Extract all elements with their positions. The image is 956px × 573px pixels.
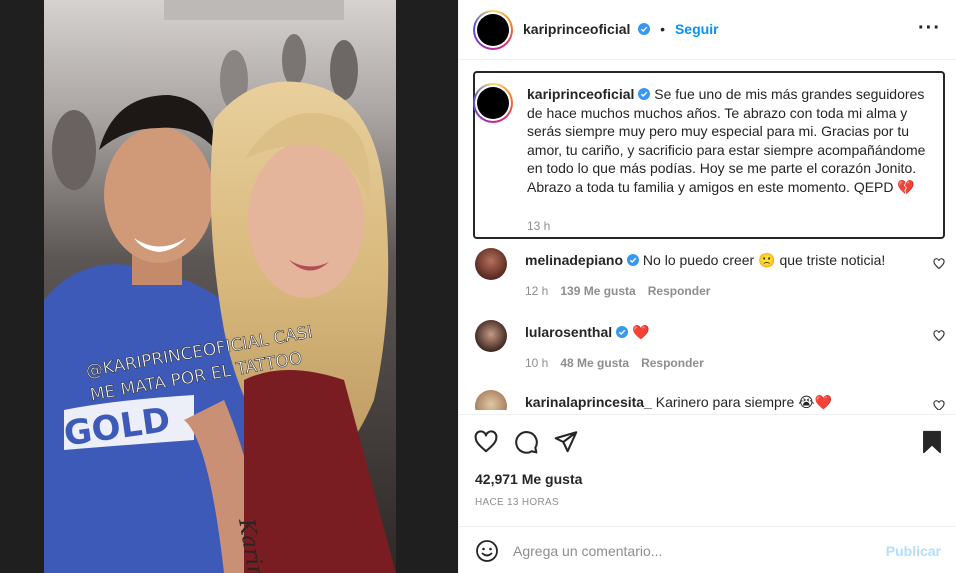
add-comment-bar: Publicar (459, 526, 956, 573)
comment-likes[interactable]: 48 Me gusta (560, 356, 629, 370)
verified-badge-icon (638, 88, 651, 100)
comment-item: karinalaprincesita_ Karinero para siempr… (473, 390, 945, 410)
reply-button[interactable]: Responder (648, 284, 711, 298)
like-comment-heart-icon[interactable] (933, 400, 945, 410)
bookmark-save-icon[interactable] (919, 429, 945, 455)
caption-avatar-image[interactable] (477, 87, 509, 119)
emoji-picker-icon[interactable] (475, 539, 499, 563)
sad-face-emoji: 🙁 (758, 252, 776, 268)
likes-count[interactable]: 42,971 Me gusta (475, 471, 582, 487)
like-heart-icon[interactable] (473, 429, 499, 455)
comment-meta: 12 h 139 Me gusta Responder (525, 284, 710, 298)
post-actions: 42,971 Me gusta HACE 13 HORAS (459, 414, 956, 534)
comment-text-2: que triste noticia! (779, 252, 886, 268)
commenter-username[interactable]: lularosenthal (525, 324, 612, 340)
post-photo[interactable]: Karina @KARIPRINCEOFICIAL CASI ME MATA P… (44, 0, 396, 573)
reply-button[interactable]: Responder (641, 356, 704, 370)
crying-heart-emoji: 😭❤️ (798, 394, 832, 410)
comment-bubble-icon[interactable] (513, 429, 539, 455)
commenter-avatar[interactable] (475, 248, 507, 280)
like-comment-heart-icon[interactable] (933, 330, 945, 342)
commenter-username[interactable]: melinadepiano (525, 252, 623, 268)
comment-text: No lo puedo creer (642, 252, 755, 268)
instagram-post-modal: Karina @KARIPRINCEOFICIAL CASI ME MATA P… (0, 0, 956, 573)
comment-text: Karinero para siempre (655, 394, 795, 410)
caption-text-block: kariprinceoficial Se fue uno de mis más … (527, 85, 937, 196)
caption-username[interactable]: kariprinceoficial (527, 86, 634, 102)
comment-input[interactable] (513, 539, 873, 563)
publish-button[interactable]: Publicar (886, 543, 941, 559)
comment-time[interactable]: 12 h (525, 284, 548, 298)
commenter-username[interactable]: karinalaprincesita_ (525, 394, 652, 410)
comment-item: melinadepiano No lo puedo creer 🙁 que tr… (473, 248, 945, 308)
verified-badge-icon (627, 254, 640, 266)
broken-heart-emoji: 💔 (897, 178, 915, 195)
comment-time[interactable]: 10 h (525, 356, 548, 370)
post-header: kariprinceoficial • Seguir ··· (459, 0, 956, 60)
caption-time[interactable]: 13 h (527, 219, 550, 233)
post-timestamp[interactable]: HACE 13 HORAS (475, 497, 559, 508)
more-options-icon[interactable]: ··· (918, 18, 941, 38)
red-heart-emoji: ❤️ (632, 324, 650, 340)
commenter-avatar[interactable] (475, 390, 507, 410)
share-send-icon[interactable] (553, 429, 579, 455)
caption-box: kariprinceoficial Se fue uno de mis más … (473, 71, 945, 239)
verified-badge-icon (616, 326, 629, 338)
caption-text: Se fue uno de mis más grandes seguidores… (527, 86, 926, 195)
comment-text-row: lularosenthal ❤️ (525, 324, 649, 341)
header-user-row: kariprinceoficial • Seguir (523, 21, 719, 37)
comments-section[interactable]: kariprinceoficial Se fue uno de mis más … (459, 60, 956, 410)
comment-text-row: melinadepiano No lo puedo creer 🙁 que tr… (525, 252, 885, 269)
commenter-avatar[interactable] (475, 320, 507, 352)
comment-meta: 10 h 48 Me gusta Responder (525, 356, 704, 370)
post-details-panel: kariprinceoficial • Seguir ··· kariprinc… (458, 0, 956, 573)
like-comment-heart-icon[interactable] (933, 258, 945, 270)
author-avatar-image[interactable] (477, 14, 509, 46)
comment-item: lularosenthal ❤️ 10 h 48 Me gusta Responde… (473, 320, 945, 380)
comment-likes[interactable]: 139 Me gusta (560, 284, 635, 298)
author-username[interactable]: kariprinceoficial (523, 21, 630, 37)
follow-button[interactable]: Seguir (675, 21, 719, 37)
verified-badge-icon (638, 23, 651, 35)
separator-dot: • (660, 21, 666, 37)
comment-text-row: karinalaprincesita_ Karinero para siempr… (525, 394, 832, 410)
